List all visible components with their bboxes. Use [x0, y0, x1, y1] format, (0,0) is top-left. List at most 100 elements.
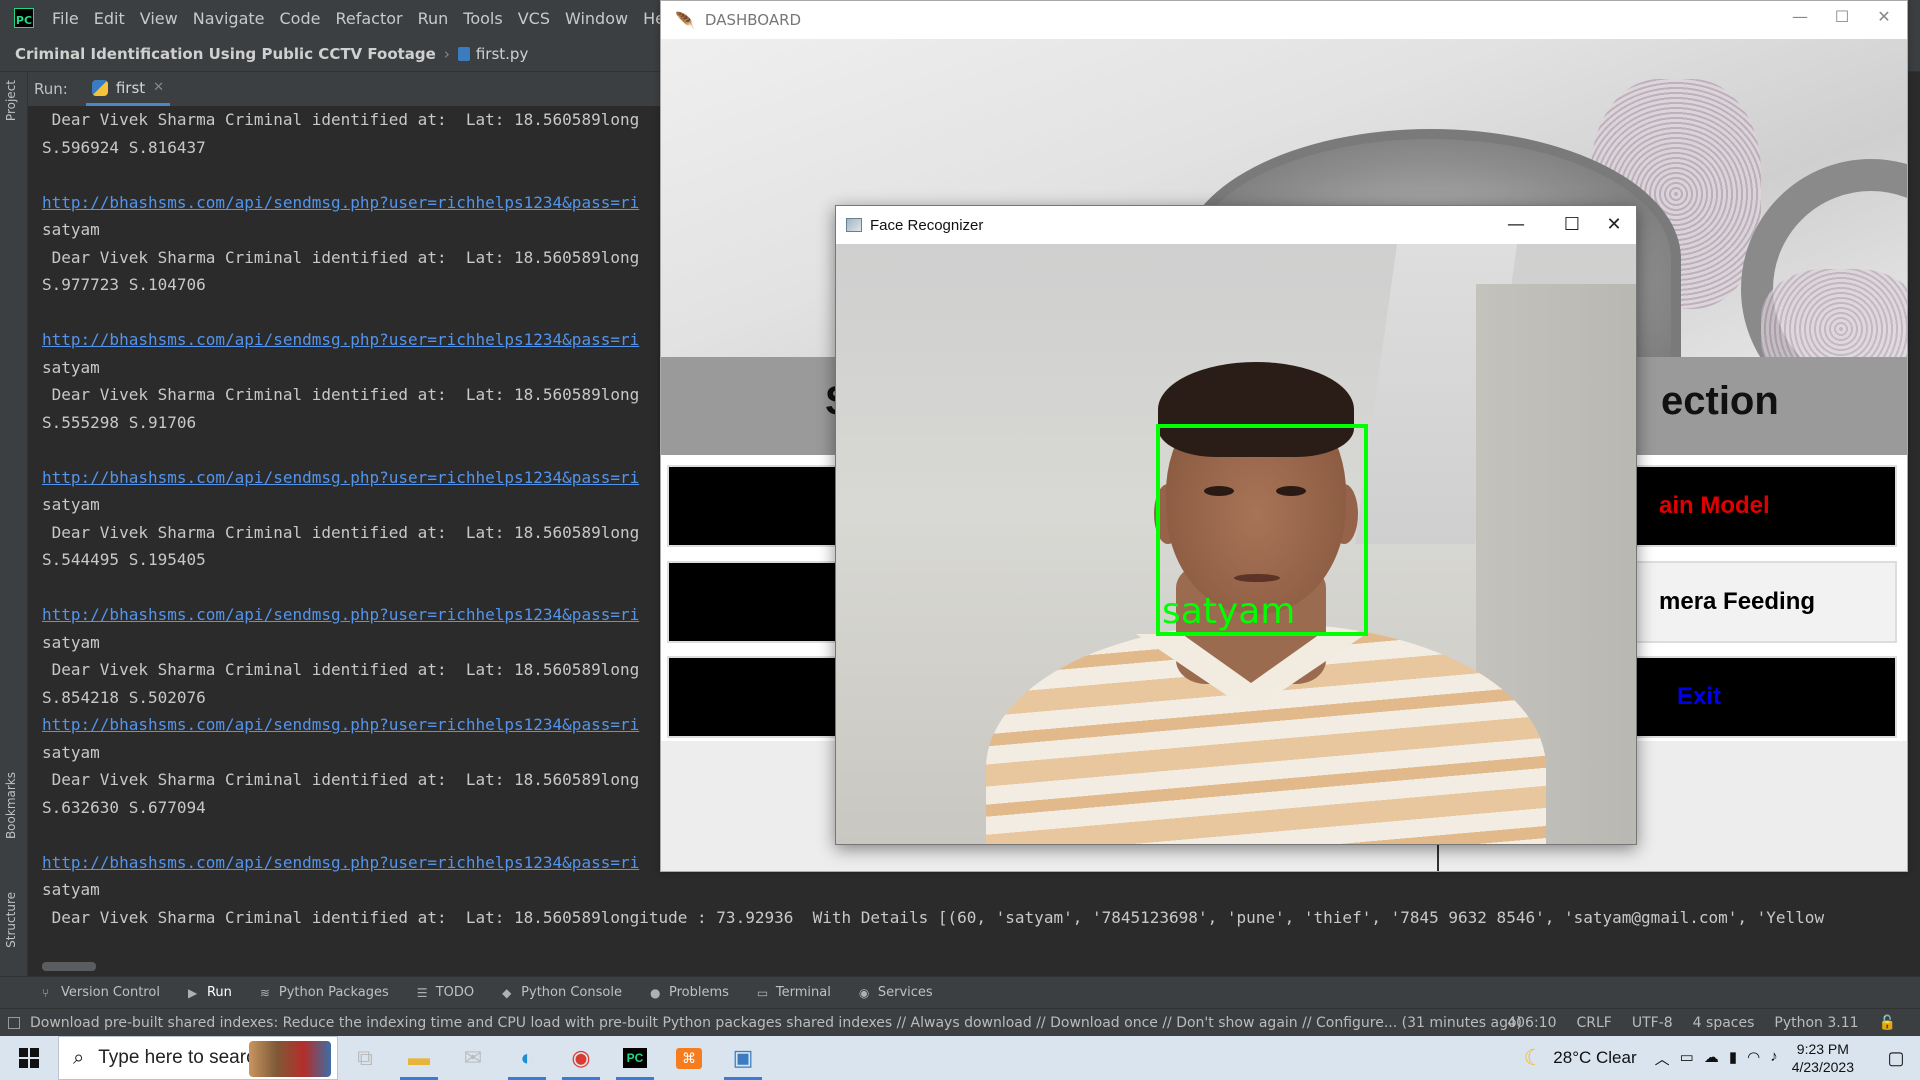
- system-tray: ☾ 28°C Clear ︿ ▭ ☁ ▮ ◠ ♪ 9:23 PM 4/23/20…: [1524, 1036, 1920, 1080]
- play-icon: ▶: [187, 985, 198, 1000]
- tool-python-console[interactable]: ◆ Python Console: [502, 985, 622, 1000]
- tool-label: Version Control: [61, 985, 160, 1000]
- dashboard-titlebar: 🪶 DASHBOARD: [661, 1, 1907, 39]
- tool-label: Problems: [668, 985, 729, 1000]
- dashboard-left-button-1[interactable]: [667, 465, 847, 547]
- search-highlight-image[interactable]: [249, 1041, 331, 1077]
- pycharm-icon[interactable]: PC: [608, 1036, 662, 1080]
- tool-label: Python Console: [521, 985, 622, 1000]
- menu-view[interactable]: View: [140, 9, 178, 28]
- python-icon: [91, 79, 108, 96]
- caret-position[interactable]: 406:10: [1507, 1015, 1556, 1031]
- volume-icon[interactable]: ♪: [1770, 1048, 1778, 1069]
- tool-python-packages[interactable]: ≋ Python Packages: [260, 985, 389, 1000]
- console-line: satyam: [42, 880, 100, 899]
- battery-icon[interactable]: ▮: [1729, 1048, 1737, 1069]
- tool-label: Run: [206, 985, 232, 1000]
- minimize-icon[interactable]: —: [1496, 214, 1536, 235]
- weather-widget[interactable]: ☾ 28°C Clear: [1524, 1045, 1637, 1071]
- chrome-browser-icon[interactable]: ◉: [554, 1036, 608, 1080]
- chevron-up-icon[interactable]: ︿: [1655, 1048, 1670, 1069]
- run-tab-label: first: [115, 78, 146, 97]
- info-icon: ●: [649, 985, 661, 1000]
- clock[interactable]: 9:23 PM 4/23/2023: [1792, 1040, 1854, 1076]
- status-window-icon[interactable]: [8, 1016, 20, 1029]
- train-model-label: ain Model: [1659, 492, 1770, 519]
- close-icon[interactable]: ✕: [1869, 7, 1899, 26]
- file-explorer-icon[interactable]: ▬: [392, 1036, 446, 1080]
- status-bar: Download pre-built shared indexes: Reduc…: [0, 1008, 1920, 1036]
- breadcrumb-file[interactable]: first.py: [476, 45, 528, 63]
- structure-tool-tab[interactable]: Structure: [4, 892, 18, 948]
- tool-label: Terminal: [775, 985, 831, 1000]
- dashboard-title: DASHBOARD: [704, 11, 802, 29]
- tray-icons: ︿ ▭ ☁ ▮ ◠ ♪: [1655, 1048, 1778, 1069]
- meet-icon[interactable]: ▭: [1680, 1048, 1694, 1069]
- python-window-icon[interactable]: ▣: [716, 1036, 770, 1080]
- maximize-icon[interactable]: ☐: [1827, 7, 1857, 26]
- line-separator[interactable]: CRLF: [1577, 1015, 1612, 1031]
- tool-problems[interactable]: ● Problems: [650, 985, 729, 1000]
- windows-taskbar: ⌕ Type here to search ⧉ ▬ ✉ ◐ ◉ PC ⌘ ▣ ☾…: [0, 1036, 1920, 1080]
- tool-terminal[interactable]: ▭ Terminal: [757, 985, 831, 1000]
- menu-navigate[interactable]: Navigate: [193, 9, 265, 28]
- cloud-icon[interactable]: ☁: [1704, 1048, 1719, 1069]
- breadcrumb-chevron-icon: ›: [443, 44, 450, 63]
- left-tool-strip: Project Bookmarks Structure: [0, 72, 28, 976]
- tool-todo[interactable]: ☰ TODO: [417, 985, 474, 1000]
- exit-button[interactable]: Exit: [1635, 656, 1897, 738]
- clock-time: 9:23 PM: [1796, 1041, 1849, 1057]
- python-icon: ◆: [502, 985, 512, 1000]
- project-tool-tab[interactable]: Project: [4, 80, 18, 121]
- tool-services[interactable]: ◉ Services: [859, 985, 933, 1000]
- task-view-icon[interactable]: ⧉: [338, 1036, 392, 1080]
- menu-file[interactable]: File: [52, 9, 79, 28]
- menu-run[interactable]: Run: [418, 9, 449, 28]
- camera-feeding-button[interactable]: mera Feeding: [1635, 561, 1897, 643]
- tool-version-control[interactable]: ⑂ Version Control: [42, 985, 160, 1000]
- camera-feeding-label: mera Feeding: [1659, 588, 1816, 615]
- menu-refactor[interactable]: Refactor: [335, 9, 402, 28]
- wifi-icon[interactable]: ◠: [1747, 1048, 1760, 1069]
- minimize-icon[interactable]: —: [1785, 7, 1815, 26]
- window-app-icon: [846, 218, 862, 232]
- xampp-icon[interactable]: ⌘: [662, 1036, 716, 1080]
- status-message[interactable]: Download pre-built shared indexes: Reduc…: [30, 1015, 1522, 1031]
- tool-label: Python Packages: [278, 985, 389, 1000]
- close-icon[interactable]: ✕: [1594, 214, 1634, 235]
- file-encoding[interactable]: UTF-8: [1632, 1015, 1673, 1031]
- lock-icon[interactable]: 🔓: [1879, 1015, 1896, 1031]
- start-button[interactable]: [0, 1036, 58, 1080]
- menu-edit[interactable]: Edit: [94, 9, 125, 28]
- menu-code[interactable]: Code: [280, 9, 321, 28]
- horizontal-scrollbar[interactable]: [42, 962, 96, 971]
- edge-browser-icon[interactable]: ◐: [500, 1036, 554, 1080]
- face-recognizer-window: Face Recognizer — ☐ ✕ satyam: [835, 205, 1637, 845]
- bottom-tool-bar: ⑂ Version Control ▶ Run ≋ Python Packages ☰ TOD…: [0, 976, 1920, 1008]
- train-model-button[interactable]: ain Model: [1635, 465, 1897, 547]
- dashboard-left-button-2[interactable]: [667, 561, 847, 643]
- services-icon: ◉: [858, 985, 870, 1000]
- menu-tools[interactable]: Tools: [463, 9, 502, 28]
- clock-date: 4/23/2023: [1791, 1059, 1854, 1075]
- search-icon: ⌕: [73, 1046, 85, 1069]
- python-interpreter[interactable]: Python 3.11: [1774, 1015, 1858, 1031]
- run-tab-first[interactable]: first ✕: [85, 72, 171, 106]
- indent-setting[interactable]: 4 spaces: [1693, 1015, 1755, 1031]
- dashboard-left-button-3[interactable]: [667, 656, 847, 738]
- python-file-icon: [457, 46, 470, 61]
- close-icon[interactable]: ✕: [153, 80, 164, 95]
- breadcrumb-project[interactable]: Criminal Identification Using Public CCT…: [15, 45, 436, 63]
- tool-run[interactable]: ▶ Run: [188, 985, 232, 1000]
- menu-vcs[interactable]: VCS: [518, 9, 550, 28]
- tool-label: TODO: [435, 985, 475, 1000]
- maximize-icon[interactable]: ☐: [1552, 214, 1592, 235]
- notification-icon[interactable]: ▢: [1872, 1048, 1920, 1069]
- bookmarks-tool-tab[interactable]: Bookmarks: [4, 772, 18, 839]
- taskbar-search[interactable]: ⌕ Type here to search: [58, 1036, 338, 1080]
- list-icon: ☰: [416, 985, 428, 1000]
- mail-icon[interactable]: ✉: [446, 1036, 500, 1080]
- terminal-icon: ▭: [756, 985, 769, 1000]
- windows-logo-icon: [19, 1048, 39, 1068]
- menu-window[interactable]: Window: [565, 9, 628, 28]
